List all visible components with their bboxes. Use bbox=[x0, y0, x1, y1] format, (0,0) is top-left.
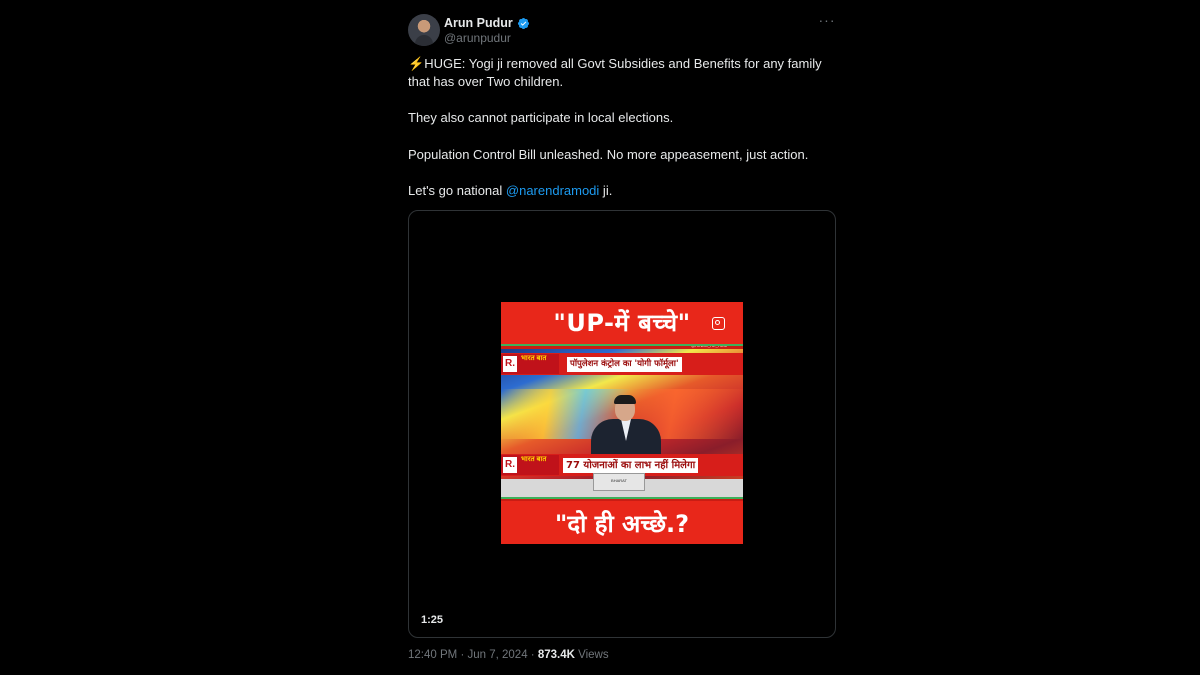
tweet-text: ⚡HUGE: Yogi ji removed all Govt Subsidie… bbox=[408, 55, 836, 200]
mention-link[interactable]: @narendramodi bbox=[506, 183, 599, 198]
tweet-paragraph-4: Let's go national @narendramodi ji. bbox=[408, 182, 613, 198]
channel-logo: R. भारत बात bbox=[501, 354, 559, 374]
video-player[interactable]: "UP-में बच्चे" @HINDU_HE_HUM R. भारत बात… bbox=[408, 210, 836, 638]
ticker-top: R. भारत बात पॉपुलेशन कंट्रोल का 'योगी फॉ… bbox=[501, 353, 743, 375]
author-name[interactable]: Arun Pudur bbox=[444, 16, 513, 30]
divider bbox=[501, 497, 743, 499]
desk-monitor: BHARAT bbox=[593, 473, 645, 491]
bottom-caption: "दो ही अच्छे.? bbox=[554, 510, 690, 538]
instagram-icon bbox=[712, 317, 725, 330]
tweet-paragraph-3: Population Control Bill unleashed. No mo… bbox=[408, 146, 809, 162]
author-handle[interactable]: @arunpudur bbox=[444, 31, 511, 45]
news-scene: R. भारत बात पॉपुलेशन कंट्रोल का 'योगी फॉ… bbox=[501, 349, 743, 497]
views-label: Views bbox=[578, 649, 609, 661]
tweet-header: Arun Pudur @arunpudur ··· bbox=[408, 12, 836, 48]
more-horizontal-icon[interactable]: ··· bbox=[818, 13, 836, 32]
news-desk: BHARAT bbox=[501, 473, 743, 497]
tweet-meta: 12:40 PM · Jun 7, 2024 · 873.4K Views bbox=[408, 649, 609, 661]
bottom-caption-band: "दो ही अच्छे.? bbox=[501, 501, 743, 544]
top-caption-band: "UP-में बच्चे" bbox=[501, 302, 743, 344]
news-anchor bbox=[591, 395, 661, 459]
ticker-top-text: पॉपुलेशन कंट्रोल का 'योगी फॉर्मूला' bbox=[567, 357, 682, 372]
tweet: Arun Pudur @arunpudur ··· ⚡HUGE: Yogi ji… bbox=[408, 12, 836, 661]
verified-badge-icon bbox=[517, 17, 529, 29]
tweet-paragraph-1: ⚡HUGE: Yogi ji removed all Govt Subsidie… bbox=[408, 56, 822, 90]
video-thumbnail[interactable]: "UP-में बच्चे" @HINDU_HE_HUM R. भारत बात… bbox=[501, 302, 743, 544]
tweet-time[interactable]: 12:40 PM bbox=[408, 649, 457, 661]
tweet-date[interactable]: Jun 7, 2024 bbox=[467, 649, 527, 661]
divider bbox=[501, 344, 743, 346]
views-count: 873.4K bbox=[537, 649, 575, 661]
author-name-row: Arun Pudur bbox=[444, 15, 530, 31]
video-duration: 1:25 bbox=[421, 614, 444, 626]
ticker-bottom-text: 77 योजनाओं का लाभ नहीं मिलेगा bbox=[563, 458, 699, 473]
lightning-emoji: ⚡ bbox=[408, 56, 425, 71]
tweet-paragraph-2: They also cannot participate in local el… bbox=[408, 110, 674, 126]
channel-logo: R. भारत बात bbox=[501, 455, 559, 475]
top-caption: "UP-में बच्चे" bbox=[553, 309, 691, 337]
avatar[interactable] bbox=[408, 14, 440, 46]
